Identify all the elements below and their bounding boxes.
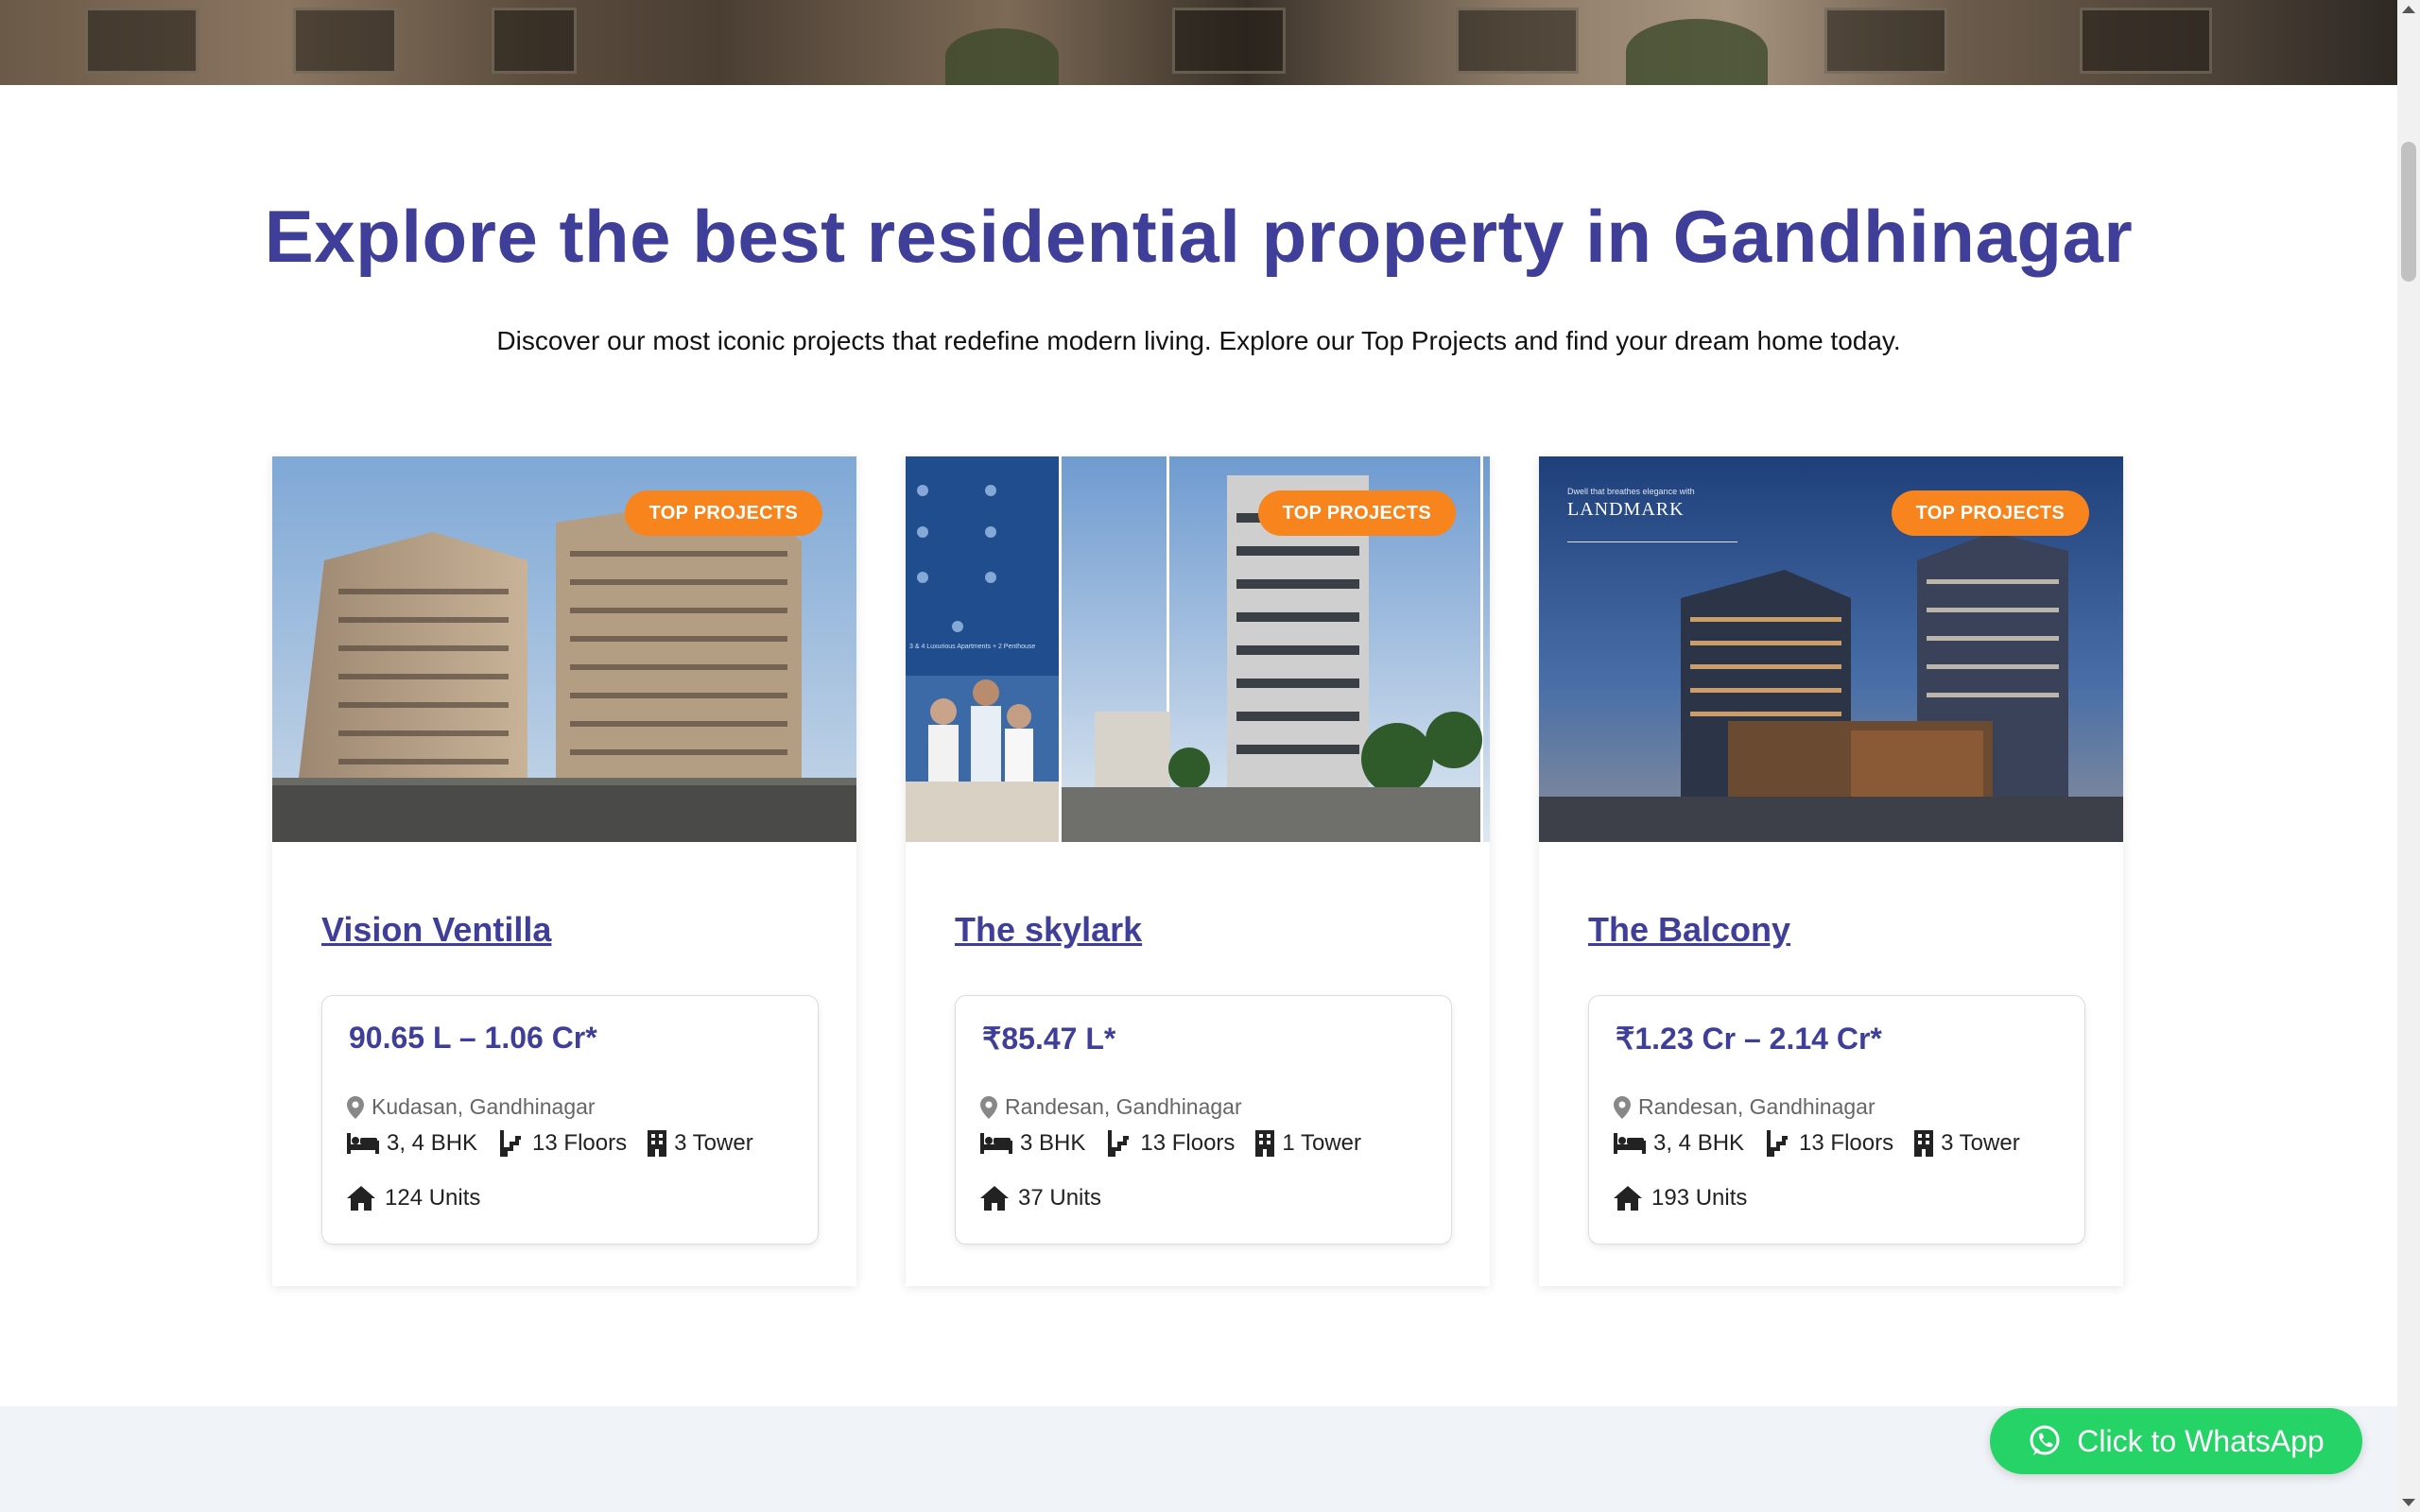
section-heading: Explore the best residential property in…	[264, 195, 2134, 278]
home-icon	[980, 1186, 1009, 1211]
floors-text: 13 Floors	[1140, 1130, 1236, 1156]
page: Explore the best residential property in…	[0, 0, 2420, 1512]
whatsapp-label: Click to WhatsApp	[2077, 1423, 2325, 1458]
project-specs: 3 BHK 13 Floors 1 Tower	[980, 1130, 1373, 1157]
project-card[interactable]: TOP PROJECTS Vision Ventilla 90.65 L – 1…	[272, 456, 856, 1286]
stairs-icon	[1767, 1130, 1789, 1157]
project-specs: 3, 4 BHK 13 Floors 3 Tower	[1614, 1130, 2031, 1157]
stairs-icon	[500, 1130, 522, 1157]
bhk-text: 3, 4 BHK	[387, 1130, 478, 1156]
project-title-link[interactable]: Vision Ventilla	[321, 910, 551, 950]
units-text: 124 Units	[385, 1185, 481, 1211]
home-icon	[347, 1186, 375, 1211]
project-info-box: 90.65 L – 1.06 Cr* Kudasan, Gandhinagar …	[321, 995, 819, 1245]
floors-text: 13 Floors	[1799, 1130, 1894, 1156]
map-pin-icon	[347, 1095, 364, 1119]
bed-icon	[1614, 1133, 1646, 1154]
building-icon	[1255, 1130, 1275, 1157]
top-projects-badge: TOP PROJECTS	[1257, 490, 1456, 536]
project-title-link[interactable]: The skylark	[955, 910, 1142, 950]
home-icon	[1614, 1186, 1642, 1211]
project-card[interactable]: Dwell that breathes elegance with LANDMA…	[1539, 456, 2123, 1286]
project-image[interactable]: 3 & 4 Luxurious Apartments + 2 Penthouse	[906, 456, 1490, 842]
bed-icon	[347, 1133, 379, 1154]
banner-brand: LANDMARK	[1567, 499, 1685, 520]
map-pin-icon	[980, 1095, 997, 1119]
project-specs: 3, 4 BHK 13 Floors 3 Tower	[347, 1130, 765, 1157]
floors-text: 13 Floors	[532, 1130, 628, 1156]
project-title-link[interactable]: The Balcony	[1588, 910, 1790, 950]
project-info-box: ₹1.23 Cr – 2.14 Cr* Randesan, Gandhinaga…	[1588, 995, 2085, 1245]
project-card[interactable]: 3 & 4 Luxurious Apartments + 2 Penthouse	[906, 456, 1490, 1286]
map-pin-icon	[1614, 1095, 1631, 1119]
towers-text: 3 Tower	[674, 1130, 753, 1156]
project-units: 193 Units	[1614, 1185, 1747, 1211]
units-text: 193 Units	[1651, 1185, 1748, 1211]
project-location: Randesan, Gandhinagar	[1614, 1094, 1876, 1120]
project-units: 37 Units	[980, 1185, 1101, 1211]
project-info-box: ₹85.47 L* Randesan, Gandhinagar 3 BHK 13…	[955, 995, 1452, 1245]
units-text: 37 Units	[1018, 1185, 1102, 1211]
stairs-icon	[1108, 1130, 1130, 1157]
building-icon	[1914, 1130, 1934, 1157]
building-icon	[648, 1130, 667, 1157]
scrollbar[interactable]	[2397, 0, 2420, 1512]
bed-icon	[980, 1133, 1012, 1154]
project-image[interactable]: Dwell that breathes elegance with LANDMA…	[1539, 456, 2123, 842]
project-image[interactable]: TOP PROJECTS	[272, 456, 856, 842]
location-text: Randesan, Gandhinagar	[1638, 1094, 1876, 1119]
bhk-text: 3, 4 BHK	[1653, 1130, 1745, 1156]
whatsapp-icon	[2030, 1425, 2060, 1455]
towers-text: 1 Tower	[1282, 1130, 1362, 1156]
banner-tagline: Dwell that breathes elegance with	[1567, 487, 1695, 496]
location-text: Randesan, Gandhinagar	[1005, 1094, 1242, 1119]
scrollbar-thumb[interactable]	[2401, 142, 2416, 282]
scroll-down-arrow[interactable]	[2402, 1499, 2415, 1506]
section-subheading: Discover our most iconic projects that r…	[496, 326, 1901, 355]
project-price: ₹85.47 L*	[982, 1022, 1116, 1056]
banner-amenity-text: 3 & 4 Luxurious Apartments + 2 Penthouse	[909, 644, 1035, 650]
bhk-text: 3 BHK	[1020, 1130, 1086, 1156]
project-location: Kudasan, Gandhinagar	[347, 1094, 596, 1120]
project-price: 90.65 L – 1.06 Cr*	[349, 1021, 597, 1055]
top-projects-badge: TOP PROJECTS	[624, 490, 822, 536]
project-location: Randesan, Gandhinagar	[980, 1094, 1242, 1120]
location-text: Kudasan, Gandhinagar	[372, 1094, 596, 1119]
project-units: 124 Units	[347, 1185, 480, 1211]
whatsapp-button[interactable]: Click to WhatsApp	[1990, 1408, 2362, 1474]
project-price: ₹1.23 Cr – 2.14 Cr*	[1616, 1022, 1882, 1056]
towers-text: 3 Tower	[1941, 1130, 2020, 1156]
hero-image-strip	[0, 0, 2397, 85]
scroll-up-arrow[interactable]	[2402, 6, 2415, 13]
top-projects-badge: TOP PROJECTS	[1891, 490, 2089, 536]
